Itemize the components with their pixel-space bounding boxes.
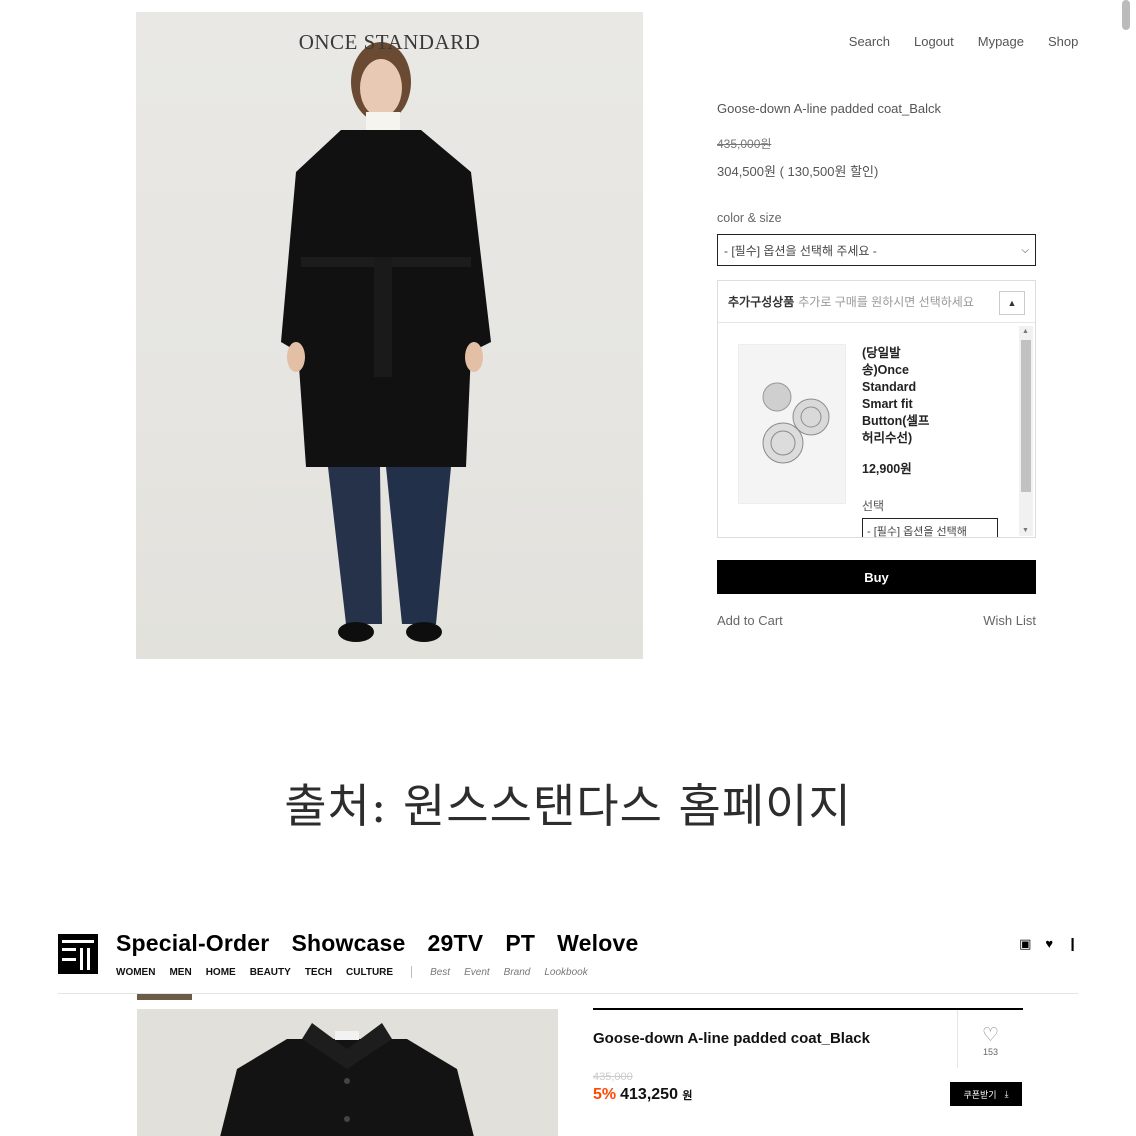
subnav-home[interactable]: HOME [206,967,236,978]
sale-price: 304,500원 ( 130,500원 할인) [717,164,879,179]
heart-outline-icon[interactable]: ♡ [958,1024,1023,1047]
nav-showcase[interactable]: Showcase [291,930,405,957]
like-box[interactable]: ♡ 153 [957,1010,1023,1068]
subnav-event[interactable]: Event [464,967,490,978]
option-select[interactable]: - [필수] 옵션을 선택해 주세요 - ⌵ [717,234,1036,266]
product-photo-2 [137,1009,558,1136]
addon-item-name[interactable]: (당일발송)Once Standard Smart fit Button(셀프허… [862,345,938,447]
chevron-down-icon: ⌵ [1021,244,1029,256]
addon-header: 추가구성상품 추가로 구매를 원하시면 선택하세요 [718,281,1035,323]
subnav-culture[interactable]: CULTURE [346,967,393,978]
utility-icons: ▣ ♥ ❙ [1019,936,1078,952]
nav-shop[interactable]: Shop [1048,34,1078,49]
scroll-down-icon[interactable]: ▼ [1022,527,1029,534]
addon-select-label: 선택 [862,499,885,513]
thumbnail-strip[interactable] [137,994,192,1000]
nav-special-order[interactable]: Special-Order [116,930,269,957]
wish-list-link[interactable]: Wish List [983,613,1036,628]
scroll-thumb[interactable] [1021,340,1031,492]
shop-site-screenshot: Special-Order Showcase 29TV PT Welove WO… [0,920,1136,1136]
addon-scrollbar[interactable]: ▲ ▼ [1019,326,1033,536]
product-info: Goose-down A-line padded coat_Balck 435,… [717,101,1036,628]
top-navigation: Search Logout Mypage Shop [849,34,1078,49]
scroll-up-icon[interactable]: ▲ [1022,328,1029,335]
subnav-lookbook[interactable]: Lookbook [544,967,587,978]
addon-item: (당일발송)Once Standard Smart fit Button(셀프허… [718,324,1018,537]
subnav-brand[interactable]: Brand [504,967,531,978]
model-illustration [281,42,491,642]
heart-icon[interactable]: ♥ [1045,936,1053,952]
nav-welove[interactable]: Welove [557,930,638,957]
original-price: 435,000원 [717,137,772,151]
page-scrollbar[interactable] [1122,0,1130,30]
download-icon: ⤓ [1004,1088,1009,1099]
header-divider [58,993,1078,994]
photo-brand-logo: ONCE STANDARD [298,30,481,54]
nav-pt[interactable]: PT [505,930,535,957]
product-name-2: Goose-down A-line padded coat_Black [593,1030,870,1047]
currency-unit: 원 [682,1090,693,1102]
nav-search[interactable]: Search [849,34,890,49]
source-caption: 출처: 원스스탠다스 홈페이지 [284,779,852,833]
menu-more-icon[interactable]: ❙ [1067,936,1078,952]
option-label: color & size [717,211,782,225]
nav-logout[interactable]: Logout [914,34,954,49]
addon-title: 추가구성상품 [728,295,795,309]
chevron-up-icon[interactable]: ▲ [999,291,1025,315]
subnav-tech[interactable]: TECH [305,967,332,978]
addon-item-image[interactable] [738,344,846,504]
site-logo[interactable] [58,934,98,974]
nav-mypage[interactable]: Mypage [978,34,1024,49]
addon-item-price: 12,900원 [862,462,912,476]
nav-29tv[interactable]: 29TV [428,930,484,957]
price-value: 413,250 [620,1086,678,1103]
subnav-best[interactable]: Best [430,967,450,978]
discounted-price: 5% 413,250 원 [593,1086,693,1104]
subnav-women[interactable]: WOMEN [116,967,155,978]
coupon-button[interactable]: 쿠폰받기 ⤓ [950,1082,1022,1106]
addon-panel: 추가구성상품 추가로 구매를 원하시면 선택하세요 ▲ (당일발송)Once S… [717,280,1036,538]
cart-actions: Add to Cart Wish List [717,613,1036,628]
like-count: 153 [982,1047,999,1057]
sub-navigation: WOMEN MEN HOME BEAUTY TECH CULTURE Best … [116,966,588,978]
product-name: Goose-down A-line padded coat_Balck [717,101,942,116]
addon-subtitle: 추가로 구매를 원하시면 선택하세요 [798,295,974,309]
original-price-2: 435,000 [593,1071,633,1083]
coupon-label: 쿠폰받기 [963,1089,997,1100]
subnav-beauty[interactable]: BEAUTY [250,967,291,978]
main-navigation: Special-Order Showcase 29TV PT Welove [116,930,638,957]
option-select-value: - [필수] 옵션을 선택해 주세요 - [724,243,877,258]
subnav-men[interactable]: MEN [169,967,191,978]
addon-option-select[interactable]: - [필수] 옵션을 선택해 [862,518,998,537]
buy-button[interactable]: Buy [717,560,1036,594]
product-photo: ONCE STANDARD [136,12,643,659]
discount-rate: 5% [593,1086,617,1103]
bag-icon[interactable]: ▣ [1019,936,1031,952]
brand-site-screenshot: ONCE STANDARD Search Logout Mypage Shop … [0,0,1136,700]
nav-divider [411,966,413,978]
coat-illustration [220,1023,474,1136]
add-to-cart-link[interactable]: Add to Cart [717,613,783,628]
button-product-icon [762,382,830,464]
